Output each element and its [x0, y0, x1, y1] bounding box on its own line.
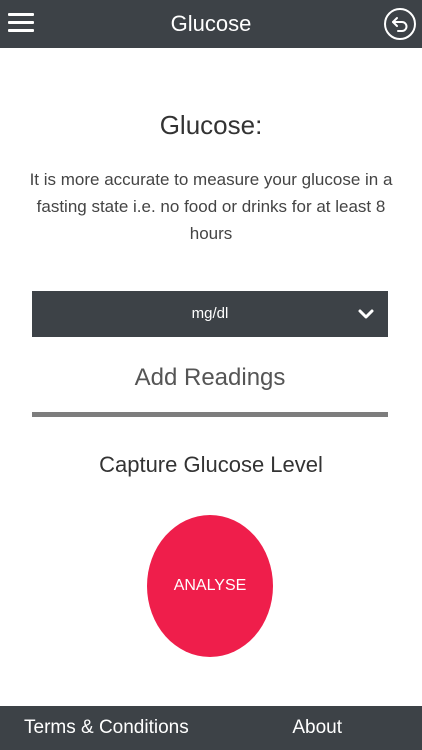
analyse-button[interactable]: ANALYSE	[147, 515, 273, 657]
unit-select-value: mg/dl	[191, 305, 229, 322]
bottom-bar: Terms & Conditions About	[0, 706, 422, 750]
section-heading: Glucose:	[159, 110, 263, 140]
analyse-button-label: ANALYSE	[173, 577, 247, 594]
unit-select-dropdown[interactable]: mg/dl	[32, 291, 388, 337]
terms-conditions-link[interactable]: Terms & Conditions	[24, 706, 189, 750]
top-bar: Glucose	[0, 0, 422, 48]
app-screen: Glucose Glucose: It is more accurate to …	[0, 0, 422, 750]
fasting-info-text: It is more accurate to measure your gluc…	[29, 170, 393, 243]
chevron-down-icon	[358, 309, 374, 319]
page-title: Glucose	[170, 11, 252, 36]
about-link[interactable]: About	[292, 706, 342, 750]
back-arrow-icon	[392, 17, 408, 32]
add-readings-tab[interactable]: Add Readings	[32, 364, 388, 392]
back-button[interactable]	[384, 8, 416, 40]
capture-glucose-label: Capture Glucose Level	[99, 452, 323, 477]
tab-underline	[32, 412, 388, 417]
